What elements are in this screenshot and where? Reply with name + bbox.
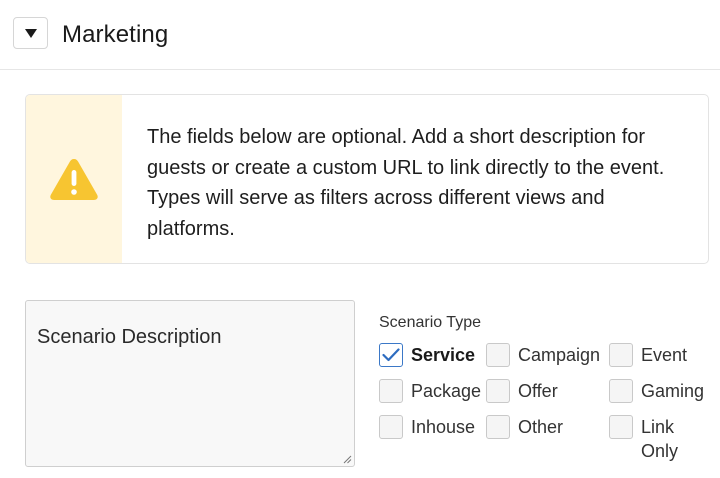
scenario-type-option-service[interactable]: Service <box>379 343 475 367</box>
gaming-label: Gaming <box>641 381 705 401</box>
service-label: Service <box>411 345 476 365</box>
offer-checkbox[interactable] <box>486 379 510 403</box>
package-label: Package <box>411 381 482 401</box>
event-label: Event <box>641 345 688 365</box>
link-only-label: Link Only <box>641 417 679 461</box>
scenario-type-option-gaming[interactable]: Gaming <box>609 379 704 403</box>
scenario-type-option-link-only[interactable]: Link Only <box>609 415 687 463</box>
other-checkbox[interactable] <box>486 415 510 439</box>
scenario-type-option-campaign[interactable]: Campaign <box>486 343 600 367</box>
campaign-label: Campaign <box>518 345 601 365</box>
section-header: Marketing <box>0 0 720 70</box>
section-title: Marketing <box>62 21 169 48</box>
scenario-type-option-other[interactable]: Other <box>486 415 563 439</box>
info-alert: The fields below are optional. Add a sho… <box>25 94 709 264</box>
inhouse-label: Inhouse <box>411 417 476 437</box>
gaming-checkbox[interactable] <box>609 379 633 403</box>
inhouse-checkbox[interactable] <box>379 415 403 439</box>
campaign-checkbox[interactable] <box>486 343 510 367</box>
link-only-checkbox[interactable] <box>609 415 633 439</box>
alert-icon-panel <box>26 95 122 263</box>
collapse-toggle-button[interactable] <box>13 17 48 49</box>
caret-down-icon <box>24 28 37 38</box>
scenario-type-label: Scenario Type <box>379 314 481 331</box>
offer-label: Offer <box>518 381 558 401</box>
event-checkbox[interactable] <box>609 343 633 367</box>
scenario-type-option-offer[interactable]: Offer <box>486 379 558 403</box>
service-checkbox[interactable] <box>379 343 403 367</box>
scenario-type-option-event[interactable]: Event <box>609 343 687 367</box>
scenario-description-textarea[interactable]: Scenario Description <box>25 300 355 467</box>
warning-triangle-icon <box>50 159 98 200</box>
scenario-type-option-package[interactable]: Package <box>379 379 481 403</box>
other-label: Other <box>518 417 564 437</box>
scenario-description-label: Scenario Description <box>37 326 222 348</box>
checkmark-icon <box>382 348 400 362</box>
resize-grip-icon[interactable] <box>343 455 352 464</box>
alert-message: The fields below are optional. Add a sho… <box>147 126 665 240</box>
package-checkbox[interactable] <box>379 379 403 403</box>
scenario-type-option-inhouse[interactable]: Inhouse <box>379 415 475 439</box>
